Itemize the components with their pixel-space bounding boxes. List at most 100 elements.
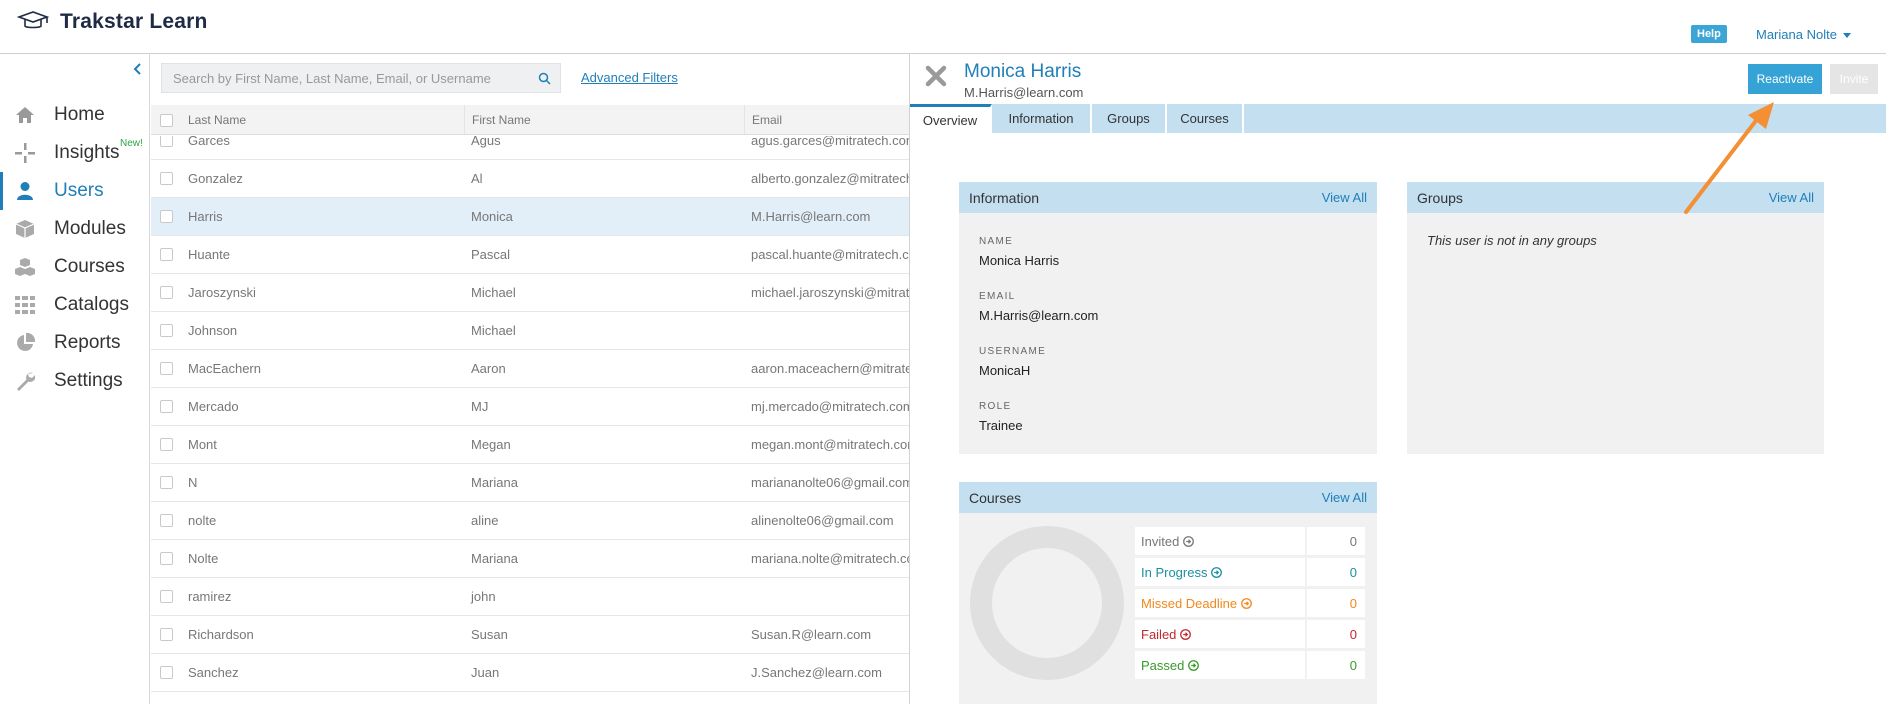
information-panel: Information View All NAME Monica Harris … [959, 182, 1377, 454]
table-row[interactable]: Mont Megan megan.mont@mitratech.com [151, 426, 909, 464]
reactivate-button[interactable]: Reactivate [1748, 64, 1822, 94]
cell-last-name: N [188, 475, 198, 490]
table-row[interactable]: Richardson Susan Susan.R@learn.com [151, 616, 909, 654]
help-button[interactable]: Help [1691, 25, 1727, 43]
table-row[interactable]: MacEachern Aaron aaron.maceachern@mitratec… [151, 350, 909, 388]
field-username: USERNAME MonicaH [979, 346, 1046, 378]
panel-title: Groups [1417, 189, 1463, 206]
select-all-checkbox[interactable] [160, 114, 173, 127]
cell-last-name: Harris [188, 209, 223, 224]
sidebar-item-label: Courses [54, 256, 125, 277]
courses-panel: Courses View All Invited 0 In Progress 0 Mis… [959, 482, 1377, 704]
user-icon [14, 180, 36, 202]
table-row[interactable]: Sanchez Juan J.Sanchez@learn.com [151, 654, 909, 692]
row-checkbox[interactable] [160, 552, 173, 565]
status-count: 0 [1349, 657, 1357, 673]
table-row[interactable]: Harris Monica M.Harris@learn.com [151, 198, 909, 236]
table-row[interactable]: Garces Agus agus.garces@mitratech.com [151, 136, 909, 160]
status-count: 0 [1349, 626, 1357, 642]
information-view-all-link[interactable]: View All [1322, 190, 1367, 205]
row-checkbox[interactable] [160, 400, 173, 413]
tab-groups[interactable]: Groups [1092, 104, 1167, 133]
cell-last-name: Richardson [188, 627, 254, 642]
column-header-first-name[interactable]: First Name [464, 105, 744, 134]
row-checkbox[interactable] [160, 476, 173, 489]
course-status-row[interactable]: Missed Deadline 0 [1135, 589, 1365, 617]
sidebar-item-insights[interactable]: Insights New! [0, 134, 150, 172]
table-row[interactable]: Nolte Mariana mariana.nolte@mitratech.com [151, 540, 909, 578]
tab-information[interactable]: Information [992, 104, 1092, 133]
sidebar-item-label: Home [54, 104, 105, 125]
invite-button[interactable]: Invite [1830, 64, 1878, 94]
row-checkbox[interactable] [160, 248, 173, 261]
cell-last-name: Huante [188, 247, 230, 262]
groups-empty-message: This user is not in any groups [1427, 233, 1597, 248]
cell-first-name: Susan [471, 627, 508, 642]
search-icon[interactable] [538, 72, 551, 85]
collapse-sidebar-icon[interactable] [131, 62, 145, 76]
sidebar: Home Insights New! Users Modules Courses… [0, 54, 150, 704]
cell-last-name: Jaroszynski [188, 285, 256, 300]
sidebar-item-label: Catalogs [54, 294, 129, 315]
row-checkbox[interactable] [160, 438, 173, 451]
table-row[interactable]: Gonzalez Al alberto.gonzalez@mitratech.com [151, 160, 909, 198]
table-row[interactable]: N Mariana mariananolte06@gmail.com [151, 464, 909, 502]
row-checkbox[interactable] [160, 172, 173, 185]
row-checkbox[interactable] [160, 666, 173, 679]
course-status-donut-chart [970, 526, 1124, 680]
cell-email: pascal.huante@mitratech.com [751, 247, 909, 262]
table-row[interactable]: Jaroszynski Michael michael.jaroszynski@mi… [151, 274, 909, 312]
table-row[interactable]: Mercado MJ mj.mercado@mitratech.com [151, 388, 909, 426]
field-value: M.Harris@learn.com [979, 308, 1099, 323]
cell-last-name: Johnson [188, 323, 238, 338]
courses-view-all-link[interactable]: View All [1322, 490, 1367, 505]
cell-first-name: Aaron [471, 361, 506, 376]
cell-last-name: Garces [188, 136, 230, 148]
cell-first-name: aline [471, 513, 499, 528]
sidebar-item-users[interactable]: Users [0, 172, 150, 210]
table-row[interactable]: Huante Pascal pascal.huante@mitratech.com [151, 236, 909, 274]
home-icon [14, 104, 36, 126]
grid-icon [14, 294, 36, 316]
sidebar-item-settings[interactable]: Settings [0, 362, 150, 400]
insights-icon [14, 142, 36, 164]
row-checkbox[interactable] [160, 362, 173, 375]
course-status-row[interactable]: Invited 0 [1135, 527, 1365, 555]
row-checkbox[interactable] [160, 590, 173, 603]
caret-down-icon [1842, 33, 1851, 38]
field-email: EMAIL M.Harris@learn.com [979, 291, 1098, 323]
advanced-filters-link[interactable]: Advanced Filters [581, 70, 678, 85]
sidebar-item-catalogs[interactable]: Catalogs [0, 286, 150, 324]
table-row[interactable]: Johnson Michael [151, 312, 909, 350]
sidebar-item-modules[interactable]: Modules [0, 210, 150, 248]
sidebar-item-home[interactable]: Home [0, 96, 150, 134]
search-input[interactable]: Search by First Name, Last Name, Email, … [161, 63, 561, 93]
sidebar-item-reports[interactable]: Reports [0, 324, 150, 362]
field-value: Trainee [979, 418, 1023, 433]
row-checkbox[interactable] [160, 210, 173, 223]
app-logo[interactable]: Trakstar Learn [16, 10, 208, 34]
user-menu[interactable]: Mariana Nolte [1756, 27, 1851, 42]
cell-last-name: nolte [188, 513, 217, 528]
close-icon[interactable] [924, 64, 948, 88]
row-checkbox[interactable] [160, 514, 173, 527]
cell-last-name: Nolte [188, 551, 219, 566]
column-header-email[interactable]: Email [744, 105, 909, 134]
sidebar-item-label: Users [54, 180, 104, 201]
tab-overview[interactable]: Overview [910, 104, 992, 133]
tab-courses[interactable]: Courses [1167, 104, 1244, 133]
row-checkbox[interactable] [160, 628, 173, 641]
course-status-row[interactable]: Failed 0 [1135, 620, 1365, 648]
row-checkbox[interactable] [160, 136, 173, 147]
course-status-row[interactable]: Passed 0 [1135, 651, 1365, 679]
column-header-last-name[interactable]: Last Name [181, 105, 456, 134]
course-status-row[interactable]: In Progress 0 [1135, 558, 1365, 586]
search-placeholder: Search by First Name, Last Name, Email, … [173, 70, 491, 86]
table-row[interactable]: nolte aline alinenolte06@gmail.com [151, 502, 909, 540]
arrow-circle-right-icon [1211, 566, 1223, 578]
table-row[interactable]: ramirez john [151, 578, 909, 616]
sidebar-item-courses[interactable]: Courses [0, 248, 150, 286]
row-checkbox[interactable] [160, 286, 173, 299]
cell-email: agus.garces@mitratech.com [751, 136, 909, 148]
row-checkbox[interactable] [160, 324, 173, 337]
